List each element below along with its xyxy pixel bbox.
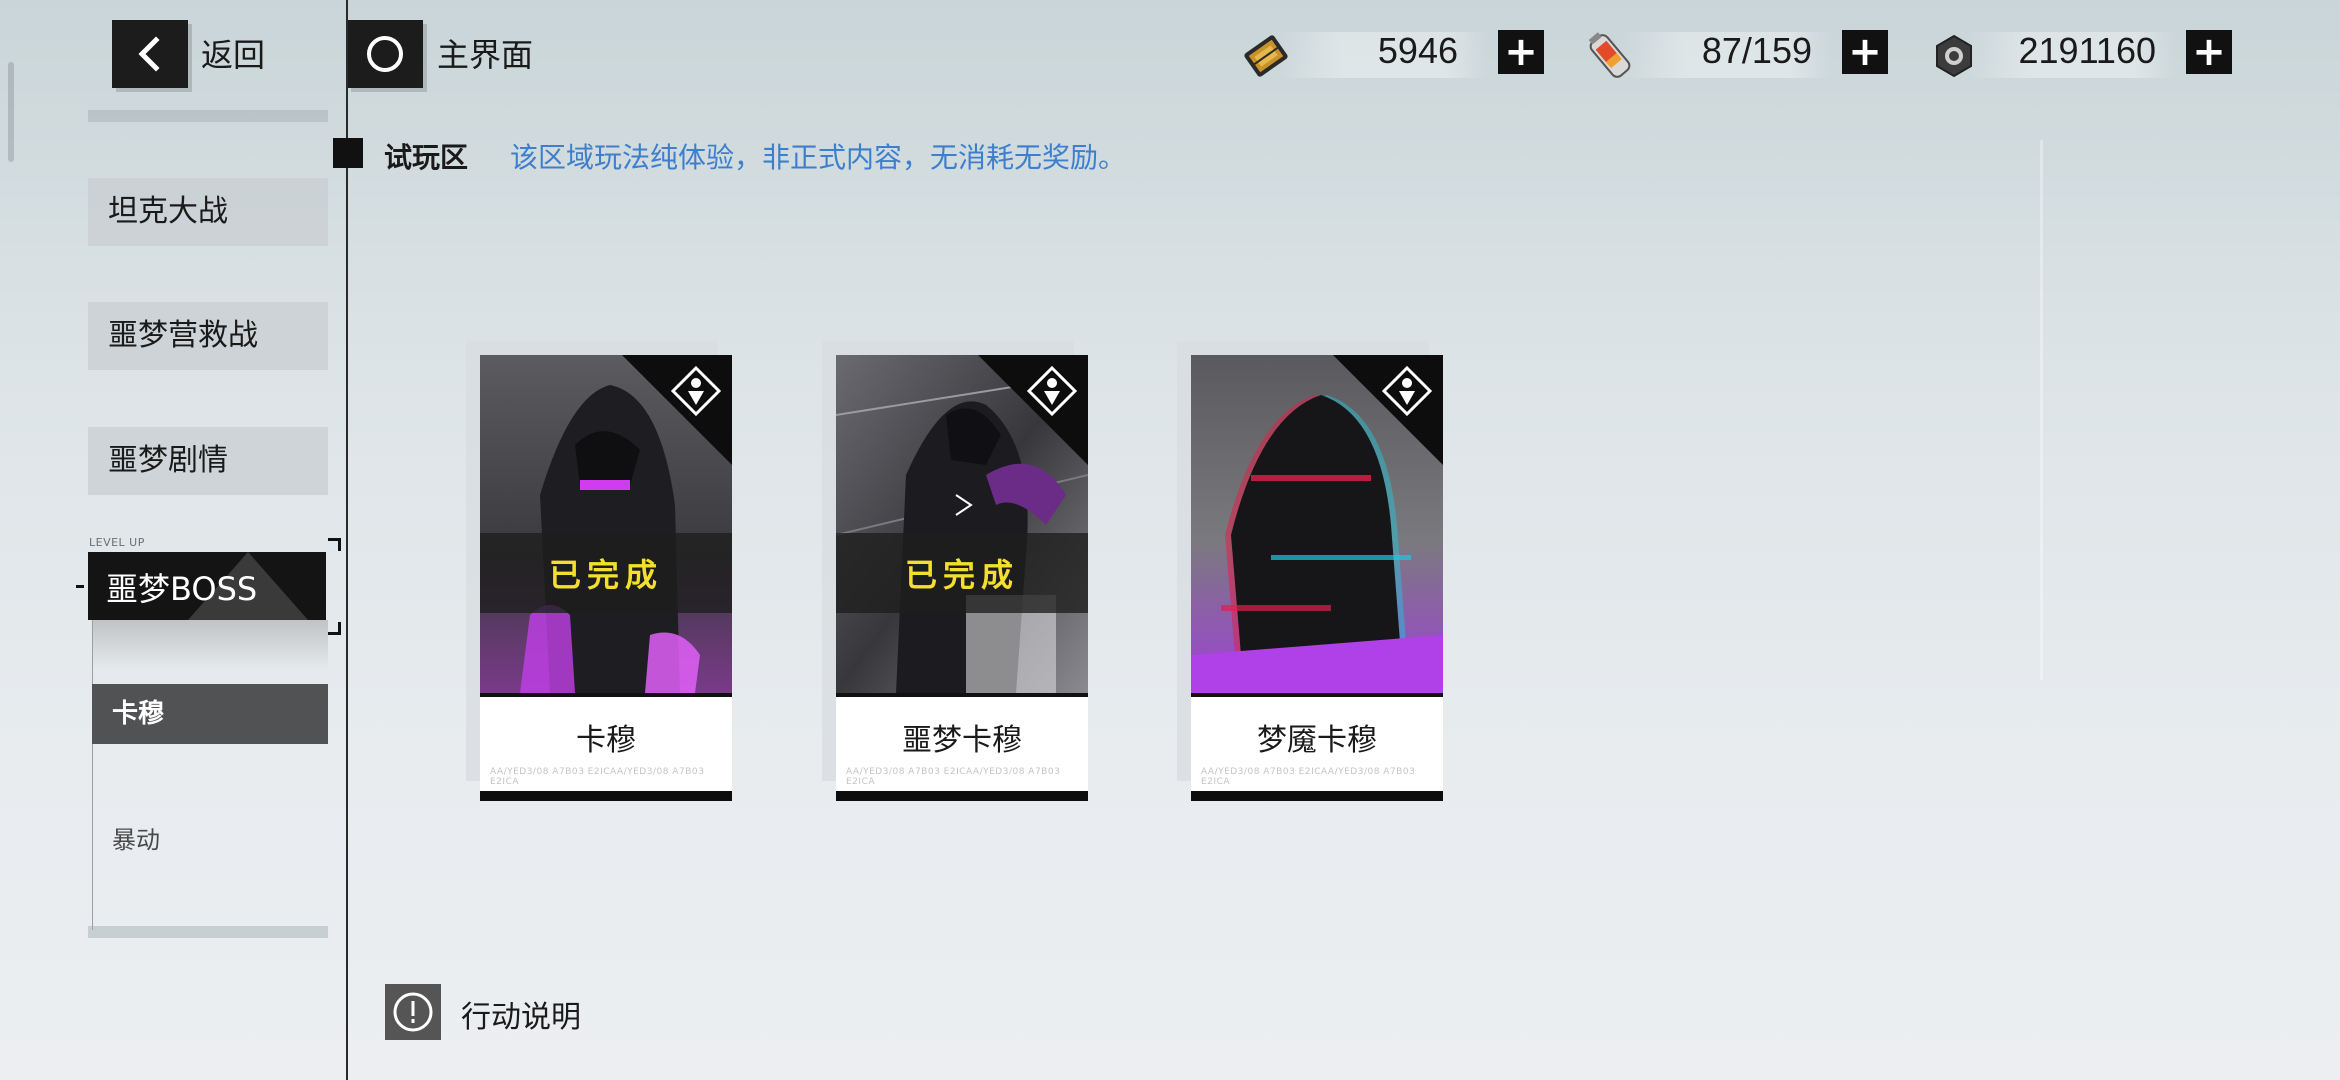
sidebar-item-nightmare-rescue[interactable]: 噩梦营救战 — [88, 302, 328, 370]
boss-emblem-icon — [1381, 365, 1433, 417]
resource-stamina: 5946 + — [1238, 22, 1548, 86]
section-marker — [333, 138, 363, 168]
sidebar-item-nightmare-boss[interactable]: 噩梦BOSS — [88, 552, 326, 620]
active-item-glow — [92, 620, 328, 670]
card-name-bar: 噩梦卡穆 AA/YED3/08 A7B03 E2ICAA/YED3/08 A7B… — [836, 693, 1088, 795]
card-name: 卡穆 — [576, 723, 636, 758]
card-fine-print: AA/YED3/08 A7B03 E2ICAA/YED3/08 A7B03 E2… — [490, 767, 705, 787]
action-info-button[interactable] — [385, 984, 441, 1040]
gear-value: 2191160 — [2018, 30, 2156, 71]
card-name: 噩梦卡穆 — [902, 723, 1022, 758]
stamina-ticket-icon — [1244, 35, 1288, 77]
card-fine-print: AA/YED3/08 A7B03 E2ICAA/YED3/08 A7B03 E2… — [1201, 767, 1416, 787]
home-circle-icon — [367, 36, 403, 72]
resource-gear: 2191160 + — [1926, 22, 2236, 86]
boss-card-kamu[interactable]: 已完成 卡穆 AA/YED3/08 A7B03 E2ICAA/YED3/08 A… — [466, 341, 732, 801]
sidebar-item-label: 噩梦BOSS — [106, 570, 258, 608]
home-button[interactable] — [347, 20, 423, 88]
action-info-label[interactable]: 行动说明 — [461, 992, 581, 1036]
trial-zone-title: 试玩区 — [384, 141, 469, 174]
card-fine-print: AA/YED3/08 A7B03 E2ICAA/YED3/08 A7B03 E2… — [846, 767, 1061, 787]
submenu-item-riot[interactable]: 暴动 — [92, 810, 328, 870]
card-bottom-edge — [480, 791, 732, 801]
boss-card-dream-demon-kamu[interactable]: 梦魇卡穆 AA/YED3/08 A7B03 E2ICAA/YED3/08 A7B… — [1177, 341, 1443, 801]
level-up-tag: LEVEL UP — [89, 536, 145, 549]
sidebar-scrollbar[interactable] — [8, 62, 14, 162]
back-button[interactable] — [112, 20, 188, 88]
gear-nut-icon — [1936, 34, 1972, 78]
card-bottom-edge — [1191, 791, 1443, 801]
sidebar-top-strip — [88, 110, 328, 122]
selection-bracket-bottom — [328, 622, 341, 635]
chevron-left-icon — [138, 36, 160, 72]
info-exclamation-icon — [393, 992, 433, 1032]
card-name-bar: 卡穆 AA/YED3/08 A7B03 E2ICAA/YED3/08 A7B03… — [480, 693, 732, 795]
add-stamina-button[interactable]: + — [1498, 30, 1544, 74]
card-name: 梦魇卡穆 — [1257, 723, 1377, 758]
home-label[interactable]: 主界面 — [437, 30, 533, 76]
card-name-bar: 梦魇卡穆 AA/YED3/08 A7B03 E2ICAA/YED3/08 A7B… — [1191, 693, 1443, 795]
sidebar-bottom-strip — [88, 926, 328, 938]
selection-bracket-left — [76, 585, 84, 588]
completed-badge: 已完成 — [480, 533, 732, 613]
resource-battery: 87/159 + — [1582, 22, 1892, 86]
selection-bracket-top — [328, 538, 341, 551]
completed-badge: 已完成 — [836, 533, 1088, 613]
battery-capsule-icon — [1588, 32, 1631, 78]
boss-emblem-icon — [1026, 365, 1078, 417]
submenu-item-kamu[interactable]: 卡穆 — [92, 684, 328, 744]
boss-emblem-icon — [670, 365, 722, 417]
background-decor-line — [2040, 140, 2043, 680]
card-bottom-edge — [836, 791, 1088, 801]
trial-zone-notice: 该区域玩法纯体验，非正式内容，无消耗无奖励。 — [510, 141, 1127, 174]
add-battery-button[interactable]: + — [1842, 30, 1888, 74]
stamina-value: 5946 — [1377, 30, 1458, 71]
boss-card-nightmare-kamu[interactable]: 已完成 噩梦卡穆 AA/YED3/08 A7B03 E2ICAA/YED3/08… — [822, 341, 1088, 801]
submenu-line — [92, 620, 93, 930]
sidebar-item-tank-battle[interactable]: 坦克大战 — [88, 178, 328, 246]
sidebar-item-nightmare-story[interactable]: 噩梦剧情 — [88, 427, 328, 495]
battery-value: 87/159 — [1701, 30, 1812, 71]
add-gear-button[interactable]: + — [2186, 30, 2232, 74]
back-label[interactable]: 返回 — [201, 30, 265, 76]
